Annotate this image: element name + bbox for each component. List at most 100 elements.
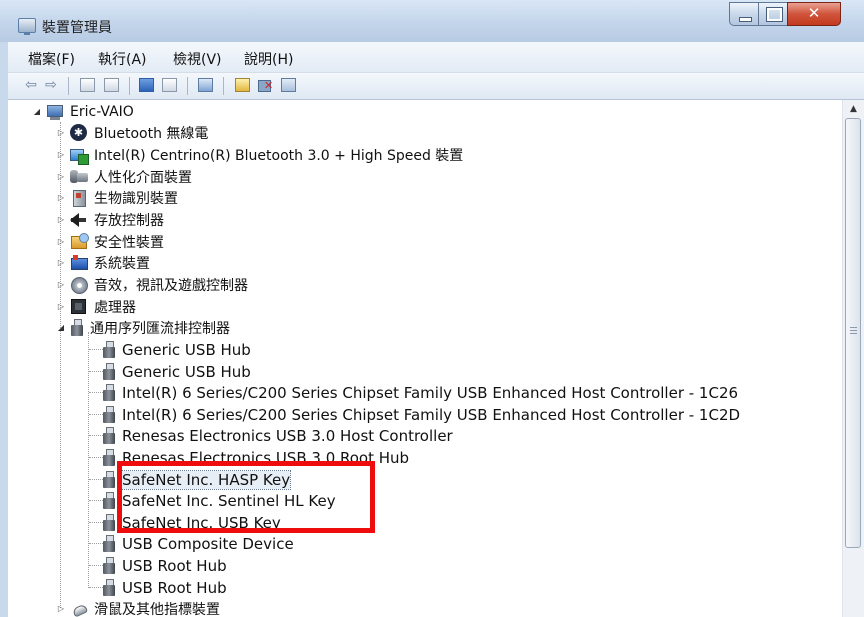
device-label: Generic USB Hub [122,340,251,359]
tree-category-expanded[interactable]: ◢ 通用序列匯流排控制器 [56,317,230,338]
expand-icon[interactable]: ▷ [56,302,66,312]
properties-window-icon[interactable] [80,78,95,92]
expand-icon[interactable]: ▷ [56,172,66,182]
tree-line [89,500,103,501]
tree-device[interactable]: USB Root Hub [102,555,227,576]
scroll-grip-icon [850,327,857,335]
scroll-thumb[interactable] [845,118,861,548]
scan-hardware-icon[interactable] [281,78,296,92]
device-manager-icon [18,18,36,35]
sound-icon [70,276,88,294]
tree-line [89,587,103,588]
category-label: 音效，視訊及遊戲控制器 [94,277,248,294]
tree-line [89,414,103,415]
usb-device-icon [102,470,116,489]
minimize-button[interactable] [729,2,759,26]
close-button[interactable]: ✕ [787,2,841,26]
device-manager-window: 裝置管理員 ✕ 檔案(F) 執行(A) 檢視(V) 說明(H) ⇦ ⇨ ◢ [0,0,864,617]
tree-category[interactable]: ▷ 處理器 [56,296,136,317]
device-tree[interactable]: ◢ Eric-VAIO ▷ Bluetooth 無線電 ▷ Intel(R) C… [8,100,842,617]
expand-icon[interactable]: ▷ [56,128,66,138]
computer-name: Eric-VAIO [70,103,134,120]
device-label: Intel(R) 6 Series/C200 Series Chipset Fa… [122,405,741,424]
tree-category[interactable]: ▷ 滑鼠及其他指標裝置 [56,598,220,617]
tree-category[interactable]: ▷ 生物識別裝置 [56,187,178,208]
menu-view[interactable]: 檢視(V) [173,49,222,69]
tree-category[interactable]: ▷ Intel(R) Centrino(R) Bluetooth 3.0 + H… [56,144,463,165]
security-device-icon [70,232,89,251]
menu-help[interactable]: 說明(H) [244,49,293,69]
menu-action[interactable]: 執行(A) [98,49,147,69]
bluetooth-icon [70,123,88,142]
processor-icon [70,298,88,316]
collapse-icon[interactable]: ◢ [32,107,42,117]
tree-device[interactable]: USB Composite Device [102,533,294,554]
device-label: USB Root Hub [122,578,227,597]
tree-line [89,349,103,350]
view-icon[interactable] [162,78,177,92]
tree-device[interactable]: USB Root Hub [102,577,227,598]
menu-file[interactable]: 檔案(F) [28,49,75,69]
category-label: 處理器 [94,299,136,316]
tree-device[interactable]: Generic USB Hub [102,339,251,360]
usb-device-icon [102,426,116,445]
collapse-icon[interactable]: ◢ [56,323,66,333]
help-icon[interactable] [139,78,154,92]
tree-root[interactable]: ◢ Eric-VAIO [32,101,134,122]
back-icon[interactable]: ⇦ [22,75,40,95]
category-label: 生物識別裝置 [94,190,178,207]
tree-line [89,522,103,523]
uninstall-icon[interactable] [258,78,273,92]
tree-line [89,479,103,480]
category-label: Intel(R) Centrino(R) Bluetooth 3.0 + Hig… [94,147,464,164]
toolbar-separator [129,77,130,95]
usb-device-icon [102,578,116,597]
forward-icon[interactable]: ⇨ [42,75,60,95]
tree-category[interactable]: ▷ 安全性裝置 [56,231,164,252]
close-icon: ✕ [807,4,821,22]
usb-device-icon [102,362,116,381]
tree-device[interactable]: Intel(R) 6 Series/C200 Series Chipset Fa… [102,382,738,403]
usb-device-icon [102,491,116,510]
usb-device-icon [102,340,116,359]
tree-category[interactable]: ▷ Bluetooth 無線電 [56,122,208,143]
update-driver-icon[interactable] [235,78,250,92]
red-highlight-box [117,461,375,533]
expand-icon[interactable]: ▷ [56,604,66,614]
tree-category[interactable]: ▷ 存放控制器 [56,209,164,230]
category-label: Bluetooth 無線電 [94,125,209,142]
device-label: Renesas Electronics USB 3.0 Host Control… [122,426,453,445]
usb-icon [70,318,84,337]
tree-line [89,435,103,436]
tree-category[interactable]: ▷ 系統裝置 [56,252,150,273]
maximize-button[interactable] [758,2,788,26]
tree-line [89,457,103,458]
category-label: 安全性裝置 [94,234,164,251]
expand-icon[interactable]: ▷ [56,215,66,225]
scroll-up-icon[interactable]: ▲ [843,100,864,118]
expand-icon[interactable]: ▷ [56,258,66,268]
category-label: 系統裝置 [94,255,150,272]
tree-line [89,543,103,544]
biometric-icon [70,189,88,207]
tree-category[interactable]: ▷ 音效，視訊及遊戲控制器 [56,274,248,295]
tree-device[interactable]: Intel(R) 6 Series/C200 Series Chipset Fa… [102,404,740,425]
monitor-icon[interactable] [198,78,213,92]
usb-device-icon [102,534,116,553]
tree-device[interactable]: Renesas Electronics USB 3.0 Host Control… [102,425,453,446]
tree-category[interactable]: ▷ 人性化介面裝置 [56,166,192,187]
vertical-scrollbar[interactable]: ▲ [842,100,864,617]
expand-icon[interactable]: ▷ [56,193,66,203]
mouse-icon [70,600,88,617]
category-label: 滑鼠及其他指標裝置 [94,601,220,617]
expand-icon[interactable]: ▷ [56,150,66,160]
toolbar-separator [187,77,188,95]
expand-icon[interactable]: ▷ [56,237,66,247]
show-hidden-icon[interactable] [104,78,119,92]
tree-device[interactable]: Generic USB Hub [102,361,251,382]
expand-icon[interactable]: ▷ [56,280,66,290]
category-label: 存放控制器 [94,212,164,229]
title-bar: 裝置管理員 ✕ [0,0,864,42]
network-device-icon [70,146,89,165]
category-label: 人性化介面裝置 [94,169,192,186]
